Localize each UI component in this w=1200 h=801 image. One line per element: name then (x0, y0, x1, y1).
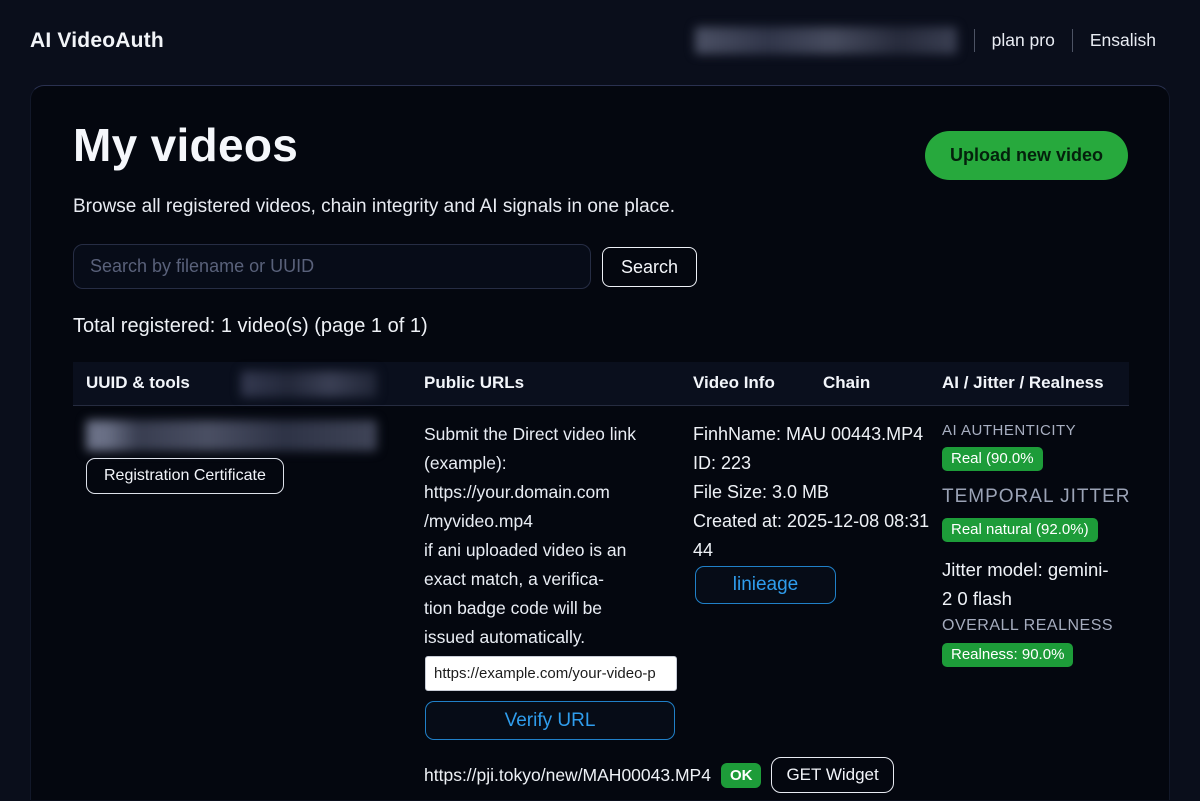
verify-url-button[interactable]: Verify URL (425, 701, 675, 740)
temporal-jitter-badge: Real natural (92.0%) (942, 518, 1098, 542)
get-widget-button[interactable]: GET Widget (771, 757, 894, 793)
ai-authenticity-label: AI AUTHENTICITY (942, 422, 1077, 439)
nav-link-plan[interactable]: plan pro (992, 30, 1055, 51)
total-registered-text: Total registered: 1 video(s) (page 1 of … (73, 315, 428, 337)
page-subtitle: Browse all registered videos, chain inte… (73, 196, 676, 217)
redacted-account-info (694, 27, 957, 54)
search-button[interactable]: Search (602, 247, 698, 287)
nav-divider (1071, 29, 1073, 52)
top-bar: AI VideoAuth plan pro Ensalish (0, 0, 1200, 85)
public-url-instructions: Submit the Direct video link (example): … (424, 424, 637, 647)
verify-url-input[interactable] (425, 656, 677, 691)
column-header-ai-jitter-realness: AI / Jitter / Realness (942, 373, 1104, 392)
column-header-video-info: Video Info (693, 373, 775, 392)
ai-authenticity-badge: Real (90.0% (942, 447, 1043, 471)
verified-url-text: https://pji.tokyo/new/MAH00043.MP4 (424, 764, 711, 785)
nav-link-language[interactable]: Ensalish (1090, 30, 1156, 51)
overall-realness-label: OVERALL REALNESS (942, 617, 1114, 634)
verified-url-row: https://pji.tokyo/new/MAH00043.MP4 OK GE… (424, 757, 894, 793)
temporal-jitter-label: TEMPORAL JITTER (942, 486, 1131, 507)
jitter-model-text: Jitter model: gemini- 2 0 flash (942, 559, 1109, 609)
overall-realness-badge: Realness: 90.0% (942, 643, 1074, 667)
column-header-chain: Chain (823, 373, 871, 392)
main-panel: My videos Upload new video Browse all re… (30, 85, 1170, 800)
lineage-button[interactable]: linieage (695, 566, 836, 604)
redacted-header-chip (241, 371, 377, 397)
table-header-row: UUID & tools Public URLs Video Info Chai… (73, 362, 1129, 406)
redacted-uuid (86, 420, 377, 451)
column-header-public-urls: Public URLs (424, 373, 525, 392)
page-title: My videos (73, 119, 299, 171)
table-row: Registration Certificate Submit the Dire… (73, 406, 1129, 801)
top-nav: plan pro Ensalish (694, 27, 1156, 54)
brand-logo: AI VideoAuth (30, 29, 164, 52)
registration-certificate-button[interactable]: Registration Certificate (86, 458, 284, 494)
search-input[interactable] (73, 244, 591, 289)
column-header-uuid-tools: UUID & tools (86, 373, 190, 392)
nav-divider (973, 29, 975, 52)
ai-signals-cell: AI AUTHENTICITY Real (90.0% TEMPORAL JIT… (942, 422, 1142, 667)
ok-status-badge: OK (720, 762, 762, 788)
upload-new-video-button[interactable]: Upload new video (924, 131, 1128, 180)
